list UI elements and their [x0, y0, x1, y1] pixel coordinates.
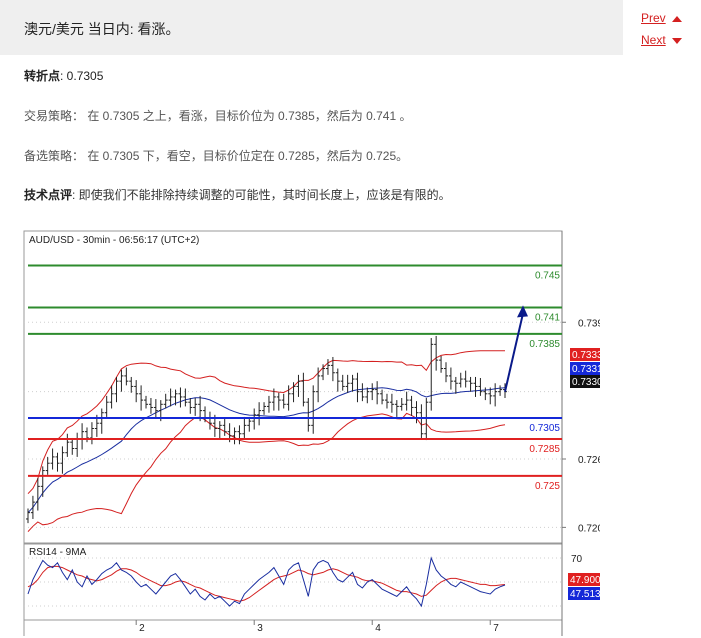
level-label: 0.741: [535, 313, 560, 324]
price-chart: AUD/USD - 30min - 06:56:17 (UTC+2) 0.745…: [23, 230, 600, 636]
rsi-value-label: 47.5137: [570, 589, 600, 600]
alternative-strategy: 备选策略： 在 0.7305 下，看空，目标价位定在 0.7285，然后为 0.…: [24, 147, 408, 164]
pivot-value: : 0.7305: [60, 69, 104, 83]
pivot-point: 转折点: 0.7305: [24, 67, 103, 84]
level-label: 0.725: [535, 481, 560, 492]
next-label[interactable]: Next: [641, 33, 666, 47]
price-tag-label: 0.73301: [572, 377, 600, 388]
price-tag-label: 0.73311: [572, 364, 600, 375]
x-tick-label: 2: [139, 623, 145, 634]
arrow-up-icon: [671, 15, 682, 22]
price-tag-label: 0.73332: [572, 350, 600, 361]
rsi-title: RSI14 - 9MA: [29, 547, 87, 558]
alt-text: ： 在 0.7305 下，看空，目标价位定在 0.7285，然后为 0.725。: [72, 149, 409, 163]
y-tick-label: 0.7396: [578, 318, 600, 329]
y-tick-label: 0.7201: [578, 523, 600, 534]
comment-label: 技术点评: [24, 188, 73, 202]
trading-strategy: 交易策略： 在 0.7305 之上，看涨，目标价位为 0.7385，然后为 0.…: [24, 107, 411, 124]
x-axis: 2 3 4 7: [135, 620, 499, 634]
arrow-down-icon: [671, 37, 682, 44]
alt-label: 备选策略: [24, 149, 73, 163]
x-tick-label: 4: [375, 623, 381, 634]
level-label: 0.745: [535, 270, 560, 281]
header-bar: 澳元/美元 当日内: 看涨。: [0, 0, 623, 55]
prev-link[interactable]: Prev: [641, 11, 682, 25]
comment-text: : 即使我们不能排除持续调整的可能性，其时间长度上，应该是有限的。: [72, 188, 451, 202]
pivot-label: 转折点: [24, 69, 61, 83]
strategy-text: ： 在 0.7305 之上，看涨，目标价位为 0.7385，然后为 0.741 …: [72, 109, 412, 123]
rsi-tick-label: 70: [571, 554, 583, 565]
y-tick-label: 0.7266: [578, 455, 600, 466]
next-link[interactable]: Next: [641, 33, 682, 47]
page-title: 澳元/美元 当日内: 看涨。: [24, 21, 180, 37]
rsi-value-label: 47.9009: [570, 575, 600, 586]
prev-label[interactable]: Prev: [641, 11, 666, 25]
technical-comment: 技术点评: 即使我们不能排除持续调整的可能性，其时间长度上，应该是有限的。: [24, 186, 451, 203]
x-tick-label: 3: [257, 623, 263, 634]
price-tags: 0.73332 0.73311 0.73301: [570, 348, 600, 388]
chart-title: AUD/USD - 30min - 06:56:17 (UTC+2): [29, 235, 199, 246]
x-tick-label: 7: [493, 623, 499, 634]
strategy-label: 交易策略: [24, 109, 73, 123]
level-label: 0.7285: [529, 444, 560, 455]
level-label: 0.7305: [529, 423, 560, 434]
level-label: 0.7385: [529, 339, 560, 350]
